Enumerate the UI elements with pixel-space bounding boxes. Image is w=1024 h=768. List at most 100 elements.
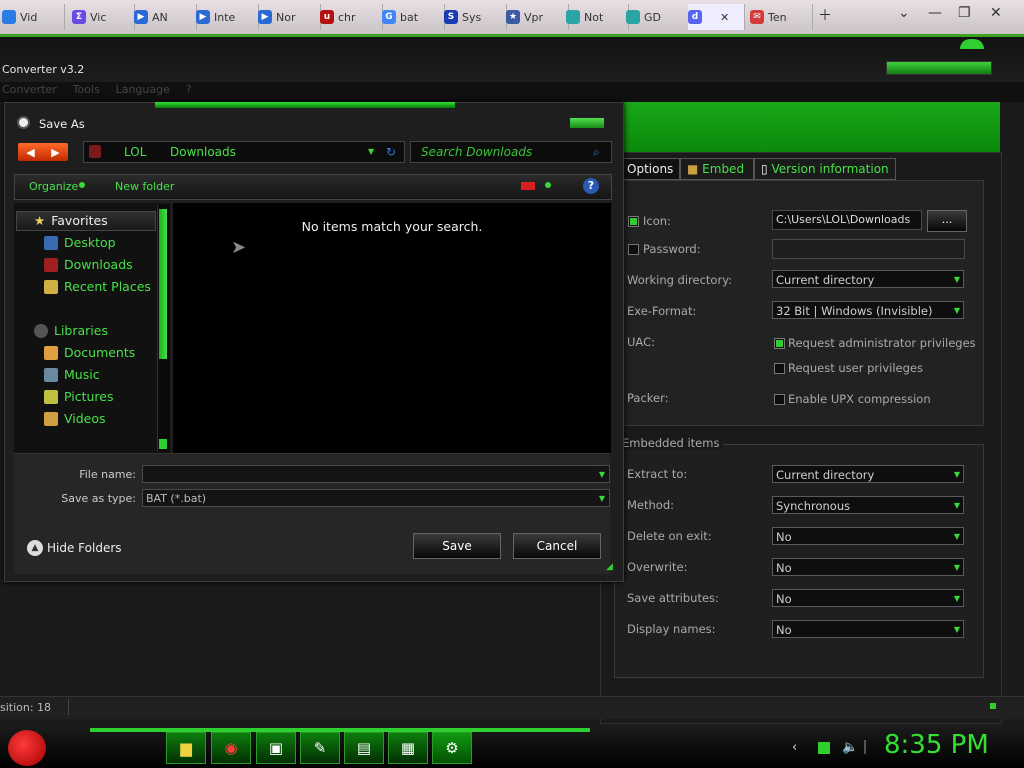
browser-tab[interactable]: Vid: [2, 4, 65, 30]
save-as-type-dropdown[interactable]: BAT (*.bat) ▼: [142, 489, 610, 507]
search-input[interactable]: Search Downloads ⌕: [410, 141, 612, 163]
taskbar-network[interactable]: ▦: [388, 732, 428, 764]
taskbar-app[interactable]: ▤: [344, 732, 384, 764]
icon-path-field[interactable]: C:\Users\LOL\Downloads: [772, 210, 922, 230]
exe-format-dropdown[interactable]: 32 Bit | Windows (Invisible) ▼: [772, 301, 964, 319]
clock[interactable]: 8:35 PM: [884, 730, 989, 760]
breadcrumb-downloads[interactable]: Downloads: [170, 142, 236, 162]
nav-desktop[interactable]: Desktop: [44, 235, 116, 250]
tab-options[interactable]: Options: [620, 158, 680, 180]
address-bar[interactable]: LOL Downloads ▼ ↻: [83, 141, 405, 163]
method-dropdown[interactable]: Synchronous ▼: [772, 496, 964, 514]
nav-pictures[interactable]: Pictures: [44, 389, 114, 404]
taskbar-converter[interactable]: ⚙: [432, 732, 472, 764]
browser-tab[interactable]: S Sys: [444, 4, 507, 30]
nav-recent-places[interactable]: Recent Places: [44, 279, 151, 294]
network-icon: ▦: [400, 739, 416, 757]
start-button[interactable]: [8, 730, 46, 766]
save-button[interactable]: Save: [413, 533, 501, 559]
tab-embed[interactable]: ■ Embed: [680, 158, 754, 180]
file-list-pane[interactable]: No items match your search. ➤: [173, 203, 611, 453]
nav-downloads[interactable]: Downloads: [44, 257, 133, 272]
working-directory-dropdown[interactable]: Current directory ▼: [772, 270, 964, 288]
new-tab-button[interactable]: ＋: [818, 5, 832, 25]
delete-on-exit-dropdown[interactable]: No ▼: [772, 527, 964, 545]
desktop-icon: [44, 235, 58, 250]
documents-icon: [44, 345, 58, 360]
volume-icon[interactable]: 🔈: [842, 740, 858, 755]
nav-music[interactable]: Music: [44, 367, 100, 382]
extract-to-dropdown[interactable]: Current directory ▼: [772, 465, 964, 483]
uac-admin-checkbox[interactable]: [774, 338, 785, 349]
network-tray-icon[interactable]: [818, 742, 830, 754]
back-button[interactable]: ◀: [26, 146, 34, 159]
browser-tab-active[interactable]: d ✕: [688, 4, 745, 30]
browser-tab[interactable]: Gbat: [382, 4, 445, 30]
nav-documents[interactable]: Documents: [44, 345, 135, 360]
menu-converter[interactable]: Converter: [2, 83, 57, 96]
view-icon[interactable]: [521, 182, 535, 190]
chevron-down-icon[interactable]: ▼: [599, 466, 605, 484]
close-icon[interactable]: ✕: [720, 11, 729, 24]
tab-version-information[interactable]: ▯ Version information: [754, 158, 896, 180]
show-hidden-icons[interactable]: ‹: [792, 740, 797, 755]
forward-button[interactable]: ▶: [51, 146, 59, 159]
cancel-button[interactable]: Cancel: [513, 533, 601, 559]
resize-grip[interactable]: [990, 703, 996, 709]
chevron-down-icon[interactable]: ▼: [368, 142, 374, 162]
app-icon: ▤: [356, 739, 372, 757]
browser-tab[interactable]: Σ Vic: [72, 4, 135, 30]
taskbar-paint[interactable]: ✎: [300, 732, 340, 764]
menu-tools[interactable]: Tools: [73, 83, 100, 96]
menu-language[interactable]: Language: [116, 83, 170, 96]
status-text: sition: 18: [0, 701, 52, 714]
taskbar-explorer[interactable]: ▆: [166, 732, 206, 764]
menu-help[interactable]: ?: [186, 83, 192, 96]
icon-label: Icon:: [643, 214, 671, 228]
breadcrumb-lol[interactable]: LOL: [124, 142, 146, 162]
scroll-down-arrow[interactable]: [159, 439, 167, 449]
nav-videos[interactable]: Videos: [44, 411, 106, 426]
window-controls[interactable]: [886, 61, 992, 75]
browser-tab[interactable]: ▶ Inte: [196, 4, 259, 30]
browser-tab[interactable]: ▶ Nor: [258, 4, 321, 30]
uac-user-checkbox[interactable]: [774, 363, 785, 374]
upx-checkbox[interactable]: [774, 394, 785, 405]
minimize-button[interactable]: —: [928, 5, 942, 21]
refresh-icon[interactable]: ↻: [386, 142, 396, 162]
view-dropdown-icon[interactable]: [545, 182, 551, 188]
nav-libraries[interactable]: Libraries: [34, 323, 108, 338]
save-attributes-dropdown[interactable]: No ▼: [772, 589, 964, 607]
password-field[interactable]: [772, 239, 965, 259]
close-window-button[interactable]: ✕: [990, 5, 1002, 21]
nav-scrollbar-thumb[interactable]: [159, 209, 167, 359]
icon-checkbox[interactable]: [628, 216, 639, 227]
browser-tab[interactable]: u chr: [320, 4, 383, 30]
new-folder-button[interactable]: New folder: [115, 180, 174, 193]
overwrite-dropdown[interactable]: No ▼: [772, 558, 964, 576]
organize-button[interactable]: Organize: [29, 180, 78, 193]
browser-tab[interactable]: ✉ Ten: [750, 4, 813, 30]
taskbar-chrome[interactable]: ◉: [211, 732, 251, 764]
browser-tab[interactable]: Not: [566, 4, 629, 30]
restore-button[interactable]: ❐: [958, 5, 971, 21]
taskbar-window[interactable]: ▣: [256, 732, 296, 764]
nav-favorites[interactable]: ★ Favorites: [34, 213, 108, 228]
cursor-icon: ➤: [231, 237, 247, 258]
dialog-close-button[interactable]: [569, 117, 605, 129]
password-checkbox[interactable]: [628, 244, 639, 255]
hide-folders-button[interactable]: ▲ Hide Folders: [27, 540, 122, 556]
browser-tab[interactable]: ▶ AN: [134, 4, 197, 30]
nav-arrows: ◀ ▶: [18, 143, 68, 161]
videos-icon: [44, 411, 58, 426]
display-names-dropdown[interactable]: No ▼: [772, 620, 964, 638]
search-icon[interactable]: ⌕: [593, 142, 600, 162]
browser-tab[interactable]: GD: [626, 4, 689, 30]
resize-grip[interactable]: ◢: [606, 562, 613, 572]
gear-icon: [17, 116, 30, 129]
browser-tab[interactable]: ★ Vpr: [506, 4, 569, 30]
file-name-field[interactable]: ▼: [142, 465, 610, 483]
chevron-down-icon[interactable]: ⌄: [898, 5, 910, 21]
help-icon[interactable]: ?: [583, 178, 599, 194]
browse-icon-button[interactable]: ...: [927, 210, 967, 232]
